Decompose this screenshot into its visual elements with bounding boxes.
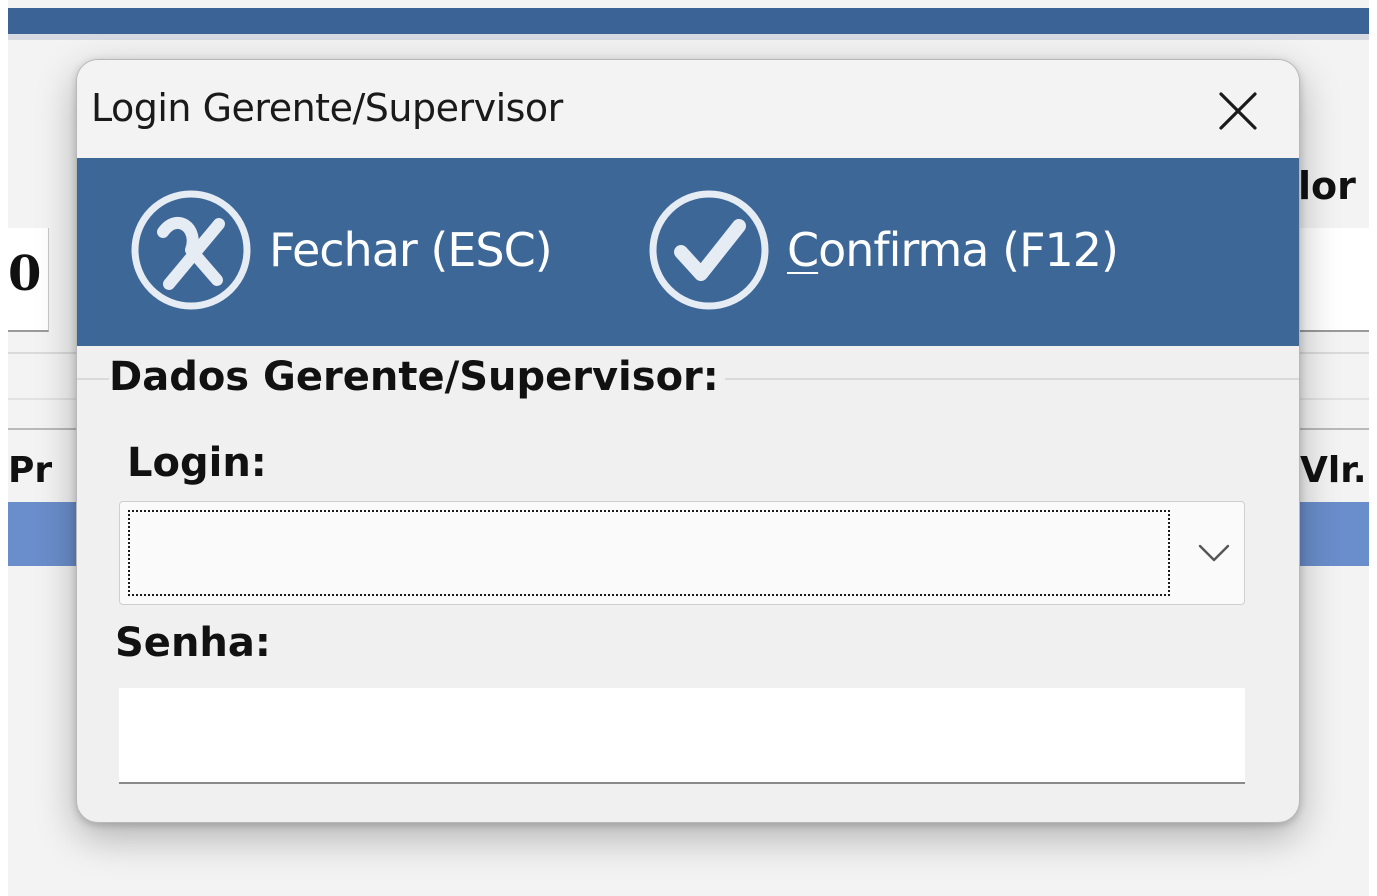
confirm-button-label-rest: onfirma (F12) — [818, 223, 1119, 277]
close-button[interactable]: Fechar (ESC) — [129, 188, 569, 312]
login-label: Login: — [127, 440, 267, 486]
dialog-toolbar: Fechar (ESC) Confirma (F12) — [77, 158, 1299, 346]
dialog-title: Login Gerente/Supervisor — [91, 86, 563, 130]
background-grid-column-header: Pr — [8, 450, 53, 491]
group-title: Dados Gerente/Supervisor: — [109, 354, 725, 400]
dialog-titlebar: Login Gerente/Supervisor — [77, 60, 1299, 158]
chevron-down-icon[interactable] — [1196, 538, 1232, 566]
x-circle-icon — [129, 188, 253, 312]
close-button-label: Fechar (ESC) — [269, 223, 553, 277]
login-supervisor-dialog: Login Gerente/Supervisor Fechar (ESC) Co… — [76, 59, 1300, 823]
confirm-button-label: Confirma (F12) — [787, 223, 1119, 277]
confirm-button[interactable]: Confirma (F12) — [647, 188, 1137, 312]
app-titlebar — [8, 8, 1369, 34]
background-right-field — [1298, 228, 1369, 332]
login-combobox[interactable] — [119, 501, 1245, 605]
background-grid-column-header: Vlr. — [1300, 450, 1367, 491]
login-field[interactable] — [128, 510, 1170, 596]
password-field[interactable] — [119, 688, 1245, 784]
background-field-value: 0 — [8, 246, 42, 302]
background-right-label: lor — [1298, 164, 1356, 208]
confirm-button-accelerator-key: C — [787, 223, 819, 277]
password-label: Senha: — [115, 620, 271, 666]
app-titlebar-divider — [8, 34, 1369, 40]
check-circle-icon — [647, 188, 771, 312]
close-icon[interactable] — [1215, 88, 1261, 134]
